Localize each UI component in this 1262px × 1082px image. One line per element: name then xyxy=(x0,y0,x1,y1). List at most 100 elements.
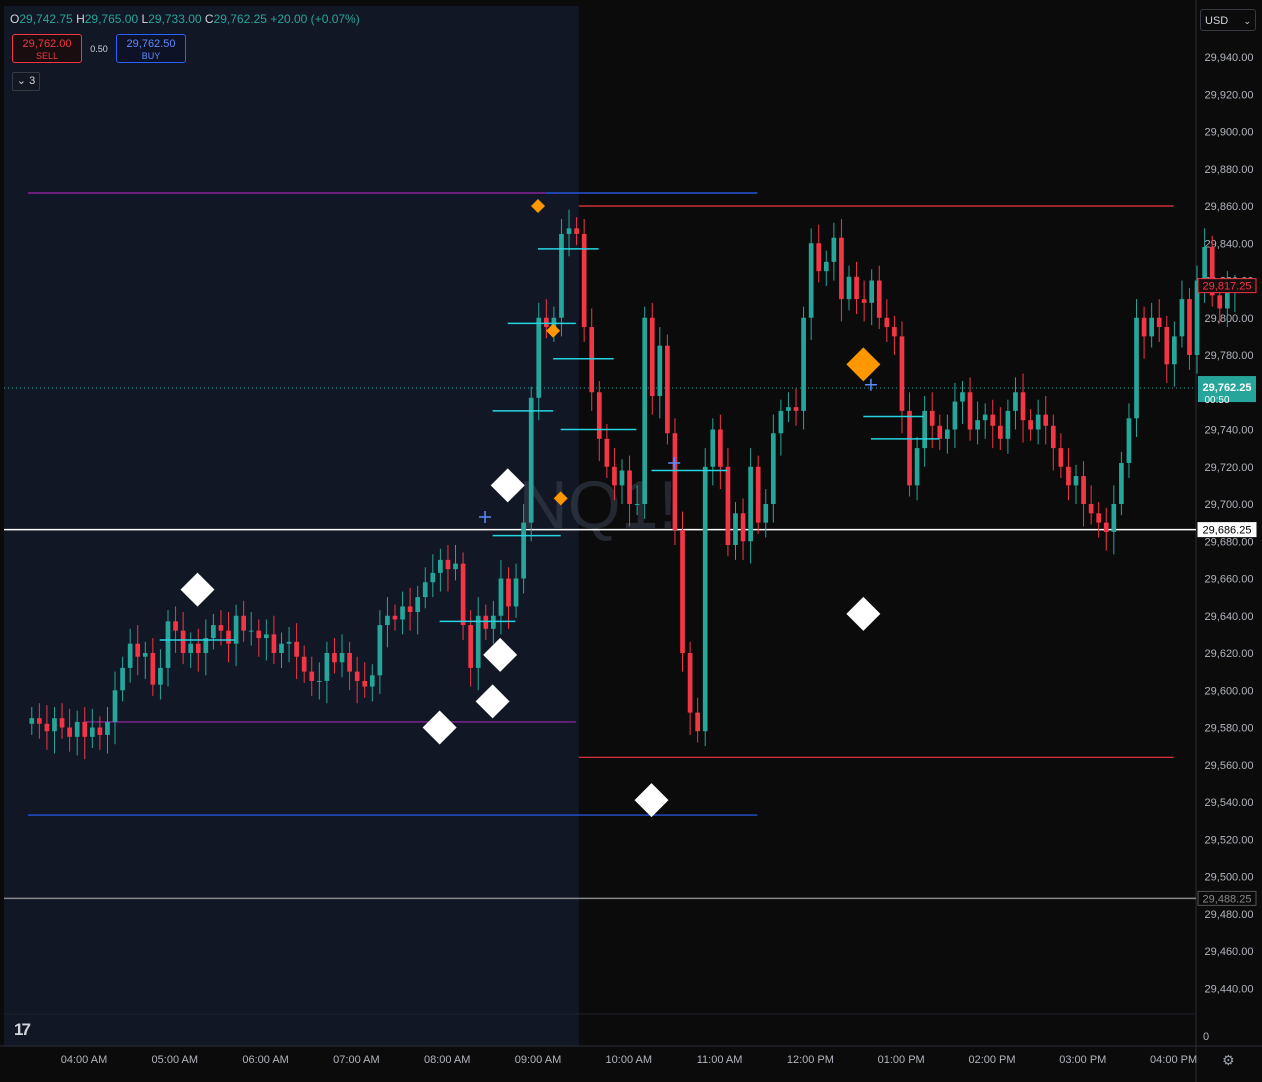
candle-body xyxy=(347,653,352,672)
candle-body xyxy=(1005,410,1011,439)
candle-body xyxy=(1217,295,1223,309)
candle-body xyxy=(649,317,655,396)
candle-body xyxy=(309,671,315,681)
sell-button[interactable]: 29,762.00 SELL xyxy=(12,34,82,63)
price-chart[interactable]: NQ1! 29,940.00 29,920.00 29,900.00 29,880.00… xyxy=(0,0,1262,1082)
candle-body xyxy=(430,572,436,583)
candle-body xyxy=(1172,336,1177,365)
indicators-toggle[interactable]: ⌄ 3 xyxy=(12,72,40,91)
candle-body xyxy=(1035,414,1041,430)
candle-body xyxy=(226,630,231,644)
price-tick-label: 29,480.00 xyxy=(1205,909,1254,921)
time-tick-label: 08:00 AM xyxy=(424,1054,470,1066)
candle-body xyxy=(680,530,685,653)
candle-body xyxy=(1013,392,1018,411)
candle-body xyxy=(498,578,504,616)
candle-body xyxy=(52,718,57,732)
candle-body xyxy=(1020,392,1026,421)
candle-body xyxy=(1134,317,1139,419)
candle-body xyxy=(528,397,534,523)
price-tick-label: 29,900.00 xyxy=(1205,127,1254,139)
watermark: NQ1! xyxy=(519,467,678,543)
candle-body xyxy=(513,578,519,607)
candle-body xyxy=(801,317,806,411)
candle-body xyxy=(589,327,595,393)
time-tick-label: 05:00 AM xyxy=(152,1054,198,1066)
chevron-down-icon: ⌄ xyxy=(1243,16,1251,26)
buy-button[interactable]: 29,762.50 BUY xyxy=(116,34,186,63)
currency-label: USD xyxy=(1205,15,1229,27)
candle-body xyxy=(407,606,413,613)
candle-body xyxy=(1066,466,1071,486)
candle-body xyxy=(445,559,451,570)
price-tick-label: 29,940.00 xyxy=(1205,52,1254,64)
candle-body xyxy=(150,653,156,685)
tradingview-logo[interactable]: 17 xyxy=(14,1020,31,1040)
candle-body xyxy=(1202,246,1207,281)
candle-body xyxy=(165,621,171,668)
candle-body xyxy=(793,407,799,411)
candle-body xyxy=(362,680,368,687)
candle-body xyxy=(1111,504,1117,532)
time-tick-label: 09:00 AM xyxy=(515,1054,561,1066)
candle-body xyxy=(241,615,247,631)
candle-body xyxy=(831,237,837,262)
time-tick-label: 10:00 AM xyxy=(606,1054,652,1066)
candle-body xyxy=(97,727,103,735)
price-tick-label: 29,640.00 xyxy=(1205,611,1254,623)
candle-body xyxy=(385,615,390,626)
candle-body xyxy=(839,237,844,300)
candle-body xyxy=(438,559,443,573)
candle-body xyxy=(491,615,496,629)
candle-body xyxy=(468,625,474,668)
candle-body xyxy=(286,641,292,644)
price-label-gray: 29,488.25 xyxy=(1203,893,1252,905)
candle-body xyxy=(135,643,141,657)
candle-body xyxy=(975,420,980,430)
candle-body xyxy=(271,634,277,653)
candle-body xyxy=(460,563,466,626)
candle-body xyxy=(967,392,973,430)
candle-body xyxy=(120,667,125,691)
candle-body xyxy=(748,466,753,542)
candle-body xyxy=(763,504,769,523)
candle-body xyxy=(142,653,148,657)
candle-body xyxy=(642,317,648,504)
high-value: 29,765.00 xyxy=(84,12,139,26)
candle-body xyxy=(248,630,254,632)
candle-body xyxy=(657,345,663,396)
candle-body xyxy=(332,653,337,663)
candle-body xyxy=(876,280,882,318)
price-tick-label: 29,740.00 xyxy=(1205,425,1254,437)
candle-body xyxy=(997,425,1003,439)
candle-body xyxy=(59,718,65,728)
time-tick-label: 11:00 AM xyxy=(697,1054,743,1066)
candle-body xyxy=(158,667,163,685)
candle-body xyxy=(422,582,428,598)
candle-body xyxy=(1156,317,1162,328)
candle-body xyxy=(1073,476,1079,486)
candle-body xyxy=(596,392,602,439)
candle-body xyxy=(37,718,42,724)
candle-body xyxy=(475,615,481,668)
candle-body xyxy=(44,723,50,732)
indicator-count: 3 xyxy=(29,75,36,87)
time-tick-label: 04:00 AM xyxy=(61,1054,107,1066)
candle-body xyxy=(173,621,178,631)
candle-body xyxy=(755,466,761,523)
sell-label: SELL xyxy=(35,51,59,61)
candle-body xyxy=(324,653,330,681)
price-tick-label: 29,660.00 xyxy=(1205,574,1254,586)
low-value: 29,733.00 xyxy=(148,12,202,26)
candle-body xyxy=(1058,448,1064,467)
candle-body xyxy=(543,317,549,328)
candle-body xyxy=(1149,317,1155,337)
currency-select[interactable]: USD ⌄ xyxy=(1200,9,1256,31)
price-label-white: 29,686.25 xyxy=(1203,525,1252,537)
time-tick-label: 12:00 PM xyxy=(787,1054,834,1066)
candle-body xyxy=(112,690,118,722)
countdown-tag: 00:50 xyxy=(1204,395,1229,406)
gear-icon[interactable]: ⚙ xyxy=(1222,1052,1235,1069)
candle-body xyxy=(1043,414,1049,426)
price-tick-label: 29,880.00 xyxy=(1205,164,1254,176)
